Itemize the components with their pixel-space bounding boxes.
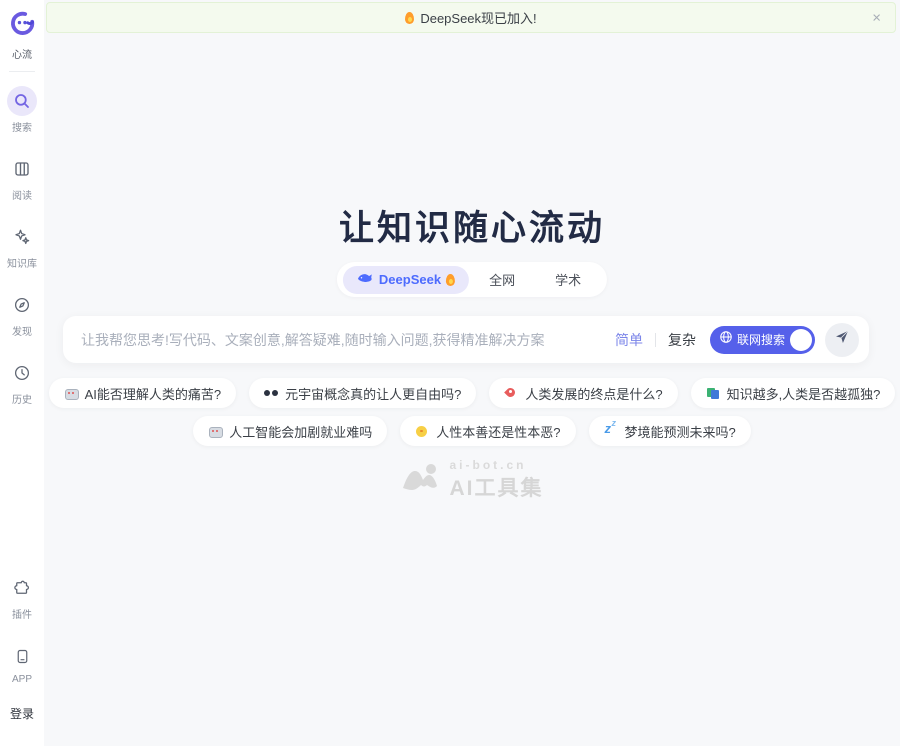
suggestion-chip[interactable]: AI能否理解人类的痛苦? (49, 378, 237, 408)
stars-icon (7, 222, 37, 252)
flame-icon (446, 274, 455, 286)
sidebar-item-history[interactable]: 历史 (7, 358, 37, 406)
chip-label: 人性本善还是性本恶? (436, 422, 560, 441)
suggestion-row-2: 人工智能会加剧就业难吗 人性本善还是性本恶? 梦境能预测未来吗? (44, 416, 900, 446)
robot-icon (64, 386, 78, 400)
tab-deepseek[interactable]: DeepSeek (343, 266, 469, 294)
suggestion-chip[interactable]: 梦境能预测未来吗? (589, 416, 751, 446)
sidebar-item-label: APP (12, 674, 32, 685)
chip-label: AI能否理解人类的痛苦? (85, 384, 222, 403)
compass-icon (7, 290, 37, 320)
chip-label: 梦境能预测未来吗? (625, 422, 736, 441)
send-button[interactable] (825, 323, 859, 357)
tab-academic[interactable]: 学术 (535, 264, 601, 295)
search-input[interactable] (81, 332, 615, 348)
flame-icon (405, 12, 414, 24)
tab-label: 全网 (489, 270, 515, 289)
close-icon[interactable]: × (872, 10, 881, 25)
page-title: 让知识随心流动 (44, 200, 900, 251)
sidebar-item-label: 插件 (12, 606, 32, 621)
aibot-logo-icon (401, 462, 441, 499)
watermark: ai-bot.cn AI工具集 (44, 458, 900, 502)
chip-label: 知识越多,人类是否越孤独? (727, 384, 881, 403)
zzz-icon (604, 424, 618, 438)
main-area: DeepSeek现已加入! × 让知识随心流动 DeepSeek 全网 (44, 0, 900, 746)
banner-text: DeepSeek现已加入! (405, 8, 536, 27)
globe-icon (719, 330, 733, 349)
sidebar-item-read[interactable]: 阅读 (7, 154, 37, 202)
chip-label: 人工智能会加剧就业难吗 (229, 422, 372, 441)
suggestion-chip[interactable]: 人性本善还是性本恶? (400, 416, 575, 446)
sidebar-item-label: 发现 (12, 323, 32, 338)
watermark-text: ai-bot.cn AI工具集 (450, 458, 544, 502)
chip-label: 人类发展的终点是什么? (525, 384, 662, 403)
tab-web[interactable]: 全网 (469, 264, 535, 295)
watermark-url: ai-bot.cn (450, 458, 544, 472)
phone-icon (7, 641, 37, 671)
whale-icon (357, 272, 374, 288)
sidebar: 心流 搜索 阅读 知识库 (0, 0, 44, 750)
suggestion-chip[interactable]: 元宇宙概念真的让人更自由吗? (249, 378, 476, 408)
sidebar-logo[interactable]: 心流 (9, 10, 36, 61)
sidebar-item-label: 历史 (12, 391, 32, 406)
toggle-knob (790, 329, 812, 351)
app-window: 心流 搜索 阅读 知识库 (0, 0, 900, 750)
net-search-toggle[interactable]: 联网搜索 (710, 326, 815, 354)
robot-icon (208, 424, 222, 438)
clock-icon (7, 358, 37, 388)
chip-label: 元宇宙概念真的让人更自由吗? (285, 384, 461, 403)
sidebar-item-app[interactable]: APP (7, 641, 37, 685)
sidebar-item-search[interactable]: 搜索 (7, 86, 37, 134)
send-icon (834, 329, 850, 350)
puzzle-icon (7, 573, 37, 603)
tab-label: DeepSeek (379, 272, 441, 287)
books-icon (706, 386, 720, 400)
sidebar-item-label: 搜索 (12, 119, 32, 134)
watermark-title: AI工具集 (450, 472, 544, 502)
sidebar-item-discover[interactable]: 发现 (7, 290, 37, 338)
mode-divider (655, 333, 656, 347)
logo-label: 心流 (12, 46, 32, 61)
sidebar-item-knowledge[interactable]: 知识库 (7, 222, 37, 270)
mode-simple-option[interactable]: 简单 (615, 330, 643, 350)
suggestion-chip[interactable]: 知识越多,人类是否越孤独? (691, 378, 896, 408)
login-button[interactable]: 登录 (10, 705, 34, 722)
search-bar: 简单 复杂 联网搜索 (63, 316, 869, 363)
announcement-banner: DeepSeek现已加入! × (46, 2, 896, 33)
sidebar-item-label: 阅读 (12, 187, 32, 202)
sunglasses-icon (264, 386, 278, 400)
chick-icon (415, 424, 429, 438)
search-icon (7, 86, 37, 116)
suggestion-chip[interactable]: 人工智能会加剧就业难吗 (193, 416, 387, 446)
banner-label: DeepSeek现已加入! (420, 8, 536, 27)
sidebar-item-plugins[interactable]: 插件 (7, 573, 37, 621)
suggestion-chip[interactable]: 人类发展的终点是什么? (489, 378, 677, 408)
sidebar-item-label: 知识库 (7, 255, 37, 270)
rocket-icon (504, 386, 518, 400)
xinliu-logo-icon (9, 10, 36, 42)
net-toggle-label: 联网搜索 (737, 331, 785, 348)
suggestion-row-1: AI能否理解人类的痛苦? 元宇宙概念真的让人更自由吗? 人类发展的终点是什么? … (44, 378, 900, 408)
mode-complex-option[interactable]: 复杂 (668, 330, 696, 350)
sidebar-divider (9, 71, 35, 72)
book-icon (7, 154, 37, 184)
search-mode-tabs: DeepSeek 全网 学术 (337, 262, 607, 297)
tab-label: 学术 (555, 270, 581, 289)
